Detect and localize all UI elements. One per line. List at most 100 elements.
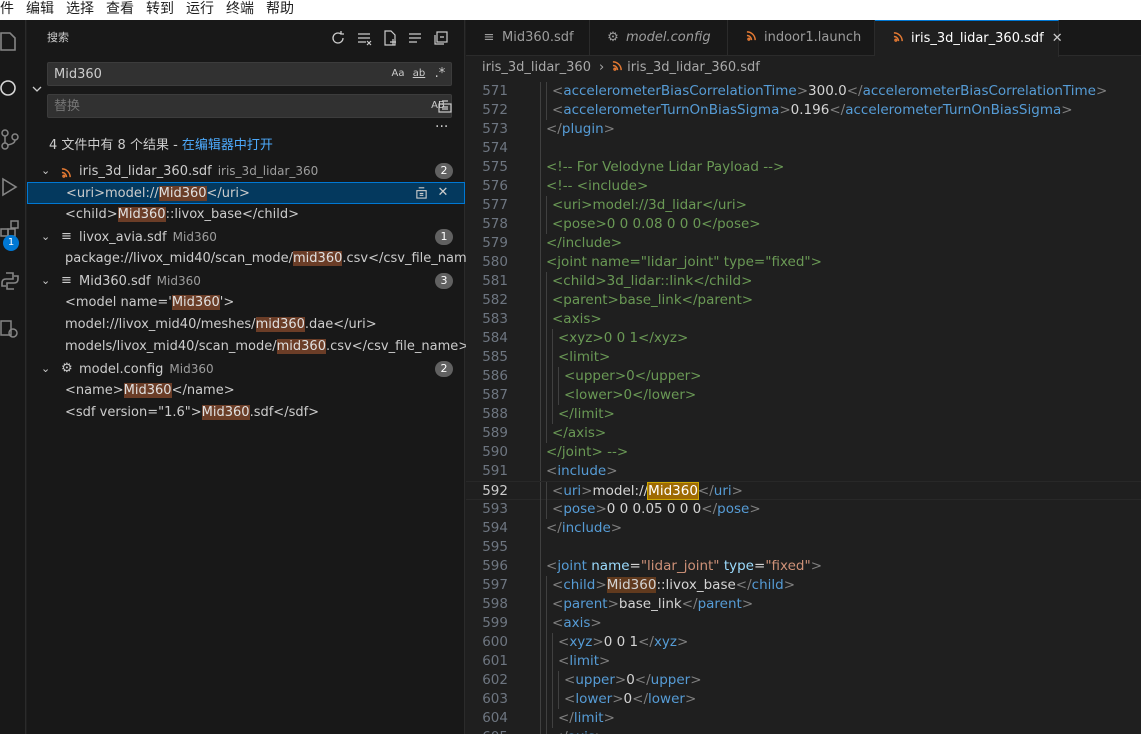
remote-icon[interactable] <box>0 318 20 344</box>
code-line[interactable]: 592 <uri>model://Mid360</uri> <box>466 481 1141 501</box>
code-line[interactable]: 600 <xyz>0 0 1</xyz> <box>466 633 1141 652</box>
result-match-row[interactable]: <child>Mid360::livox_base</child> <box>27 204 465 226</box>
menu-item[interactable]: 件 <box>0 0 14 18</box>
code-line[interactable]: 583 <axis> <box>466 310 1141 329</box>
code-line[interactable]: 599 <axis> <box>466 614 1141 633</box>
code-line[interactable]: 574 <box>466 139 1141 158</box>
code-line[interactable]: 571 <accelerometerBiasCorrelationTime>300… <box>466 82 1141 101</box>
result-file-row[interactable]: ⌄ iris_3d_lidar_360.sdf iris_3d_lidar_360 2 <box>27 160 465 182</box>
result-match-row[interactable]: models/livox_mid40/scan_mode/mid360.csv<… <box>27 336 469 358</box>
menu-item[interactable]: 查看 <box>106 0 134 18</box>
code-line[interactable]: 595 <box>466 538 1141 557</box>
tab-iris-3d-lidar-360-sdf[interactable]: iris_3d_lidar_360.sdf ✕ <box>875 20 1063 57</box>
code-line[interactable]: 576 <!-- <include> <box>466 177 1141 196</box>
chevron-down-icon[interactable]: ⌄ <box>41 226 53 248</box>
menu-item[interactable]: 编辑 <box>26 0 54 18</box>
code-line[interactable]: 577 <uri>model://3d_lidar</uri> <box>466 196 1141 215</box>
code-line[interactable]: 598 <parent>base_link</parent> <box>466 595 1141 614</box>
open-in-editor-link[interactable]: 在编辑器中打开 <box>182 138 273 153</box>
dismiss-match-icon[interactable]: ✕ <box>436 186 450 200</box>
breadcrumb-file[interactable]: iris_3d_lidar_360.sdf <box>627 60 760 75</box>
code-line[interactable]: 603 <lower>0</lower> <box>466 690 1141 709</box>
result-file-row[interactable]: ⌄ ⚙ model.config Mid360 2 <box>27 358 465 380</box>
code-line[interactable]: 587 <lower>0</lower> <box>466 386 1141 405</box>
result-match-row[interactable]: package://livox_mid40/scan_mode/mid360.c… <box>27 248 486 270</box>
menu-item[interactable]: 帮助 <box>266 0 294 18</box>
search-box: Aa ab .* <box>47 62 452 86</box>
match-case-toggle[interactable]: Aa <box>388 65 408 83</box>
python-icon[interactable] <box>0 270 20 296</box>
indent-guide <box>540 482 541 501</box>
code-line[interactable]: 590 </joint> --> <box>466 443 1141 462</box>
code-line[interactable]: 581 <child>3d_lidar::link</child> <box>466 272 1141 291</box>
refresh-icon[interactable] <box>330 30 346 46</box>
code-line[interactable]: 605 </axis> <box>466 728 1141 734</box>
code-line[interactable]: 578 <pose>0 0 0.08 0 0 0</pose> <box>466 215 1141 234</box>
code-line[interactable]: 591 <include> <box>466 462 1141 481</box>
clear-results-icon[interactable] <box>356 30 372 46</box>
breadcrumb-folder[interactable]: iris_3d_lidar_360 <box>482 60 591 75</box>
code-line[interactable]: 575 <!-- For Velodyne Lidar Payload --> <box>466 158 1141 177</box>
code-line[interactable]: 582 <parent>base_link</parent> <box>466 291 1141 310</box>
code-token: uri <box>563 483 582 499</box>
collapse-all-icon[interactable] <box>433 30 449 46</box>
replace-all-icon[interactable] <box>437 98 453 114</box>
code-line[interactable]: 596 <joint name="lidar_joint" type="fixed… <box>466 557 1141 576</box>
code-line[interactable]: 573 </plugin> <box>466 120 1141 139</box>
code-text: <parent>base_link</parent> <box>552 291 753 310</box>
code-line[interactable]: 601 <limit> <box>466 652 1141 671</box>
menu-item[interactable]: 终端 <box>226 0 254 18</box>
line-number: 593 <box>482 501 508 517</box>
chevron-down-icon[interactable]: ⌄ <box>41 270 53 292</box>
more-options-icon[interactable]: ··· <box>435 119 448 135</box>
code-line[interactable]: 585 <limit> <box>466 348 1141 367</box>
toggle-replace-chevron-icon[interactable] <box>30 82 44 96</box>
result-match-row[interactable]: <sdf version="1.6">Mid360.sdf</sdf> <box>27 402 465 424</box>
chevron-down-icon[interactable]: ⌄ <box>41 160 53 182</box>
code-line[interactable]: 579 </include> <box>466 234 1141 253</box>
result-match-row[interactable]: <uri>model://Mid360</uri> ✕ <box>27 182 465 204</box>
run-debug-icon[interactable] <box>0 176 20 202</box>
tab-mid360-sdf[interactable]: ≡ Mid360.sdf <box>466 20 590 56</box>
code-line[interactable]: 602 <upper>0</upper> <box>466 671 1141 690</box>
code-line[interactable]: 597 <child>Mid360::livox_base</child> <box>466 576 1141 595</box>
menu-item[interactable]: 转到 <box>146 0 174 18</box>
explorer-icon[interactable] <box>0 30 20 56</box>
code-line[interactable]: 593 <pose>0 0 0.05 0 0 0</pose> <box>466 500 1141 519</box>
tab-model-config[interactable]: ⚙ model.config <box>590 20 728 56</box>
code-line[interactable]: 572 <accelerometerTurnOnBiasSigma>0.196</… <box>466 101 1141 120</box>
replace-match-icon[interactable] <box>414 186 428 200</box>
result-match-row[interactable]: <name>Mid360</name> <box>27 380 465 402</box>
code-line[interactable]: 589 </axis> <box>466 424 1141 443</box>
search-input[interactable] <box>54 66 374 82</box>
code-line[interactable]: 586 <upper>0</upper> <box>466 367 1141 386</box>
view-as-list-icon[interactable] <box>407 30 423 46</box>
regex-toggle[interactable]: .* <box>430 65 450 83</box>
search-icon[interactable] <box>0 78 20 104</box>
menu-item[interactable]: 选择 <box>66 0 94 18</box>
tab-indoor1-launch[interactable]: indoor1.launch <box>728 20 875 56</box>
result-file-row[interactable]: ⌄ ≡ Mid360.sdf Mid360 3 <box>27 270 465 292</box>
chevron-down-icon[interactable]: ⌄ <box>41 358 53 380</box>
result-match-row[interactable]: model://livox_mid40/meshes/mid360.dae</u… <box>27 314 465 336</box>
code-line[interactable]: 594 </include> <box>466 519 1141 538</box>
result-match-row[interactable]: <model name='Mid360'> <box>27 292 465 314</box>
code-token: > <box>690 672 702 688</box>
code-text: <limit> <box>558 348 610 367</box>
source-control-icon[interactable] <box>0 128 20 154</box>
code-line[interactable]: 604 </limit> <box>466 709 1141 728</box>
code-token: axis <box>568 729 595 734</box>
line-number: 605 <box>466 728 508 734</box>
code-line[interactable]: 580 <joint name="lidar_joint" type="fixed… <box>466 253 1141 272</box>
close-tab-icon[interactable]: ✕ <box>1052 21 1063 57</box>
code-token: </ <box>681 596 698 612</box>
menu-item[interactable]: 运行 <box>186 0 214 18</box>
new-search-editor-icon[interactable] <box>382 30 398 46</box>
code-view[interactable]: 571 <accelerometerBiasCorrelationTime>300… <box>466 79 1141 734</box>
code-line[interactable]: 584 <xyz>0 0 1</xyz> <box>466 329 1141 348</box>
code-line[interactable]: 588 </limit> <box>466 405 1141 424</box>
whole-word-toggle[interactable]: ab <box>409 65 429 83</box>
replace-input[interactable] <box>54 98 394 114</box>
result-file-row[interactable]: ⌄ ≡ livox_avia.sdf Mid360 1 <box>27 226 465 248</box>
code-token: include <box>561 520 611 536</box>
